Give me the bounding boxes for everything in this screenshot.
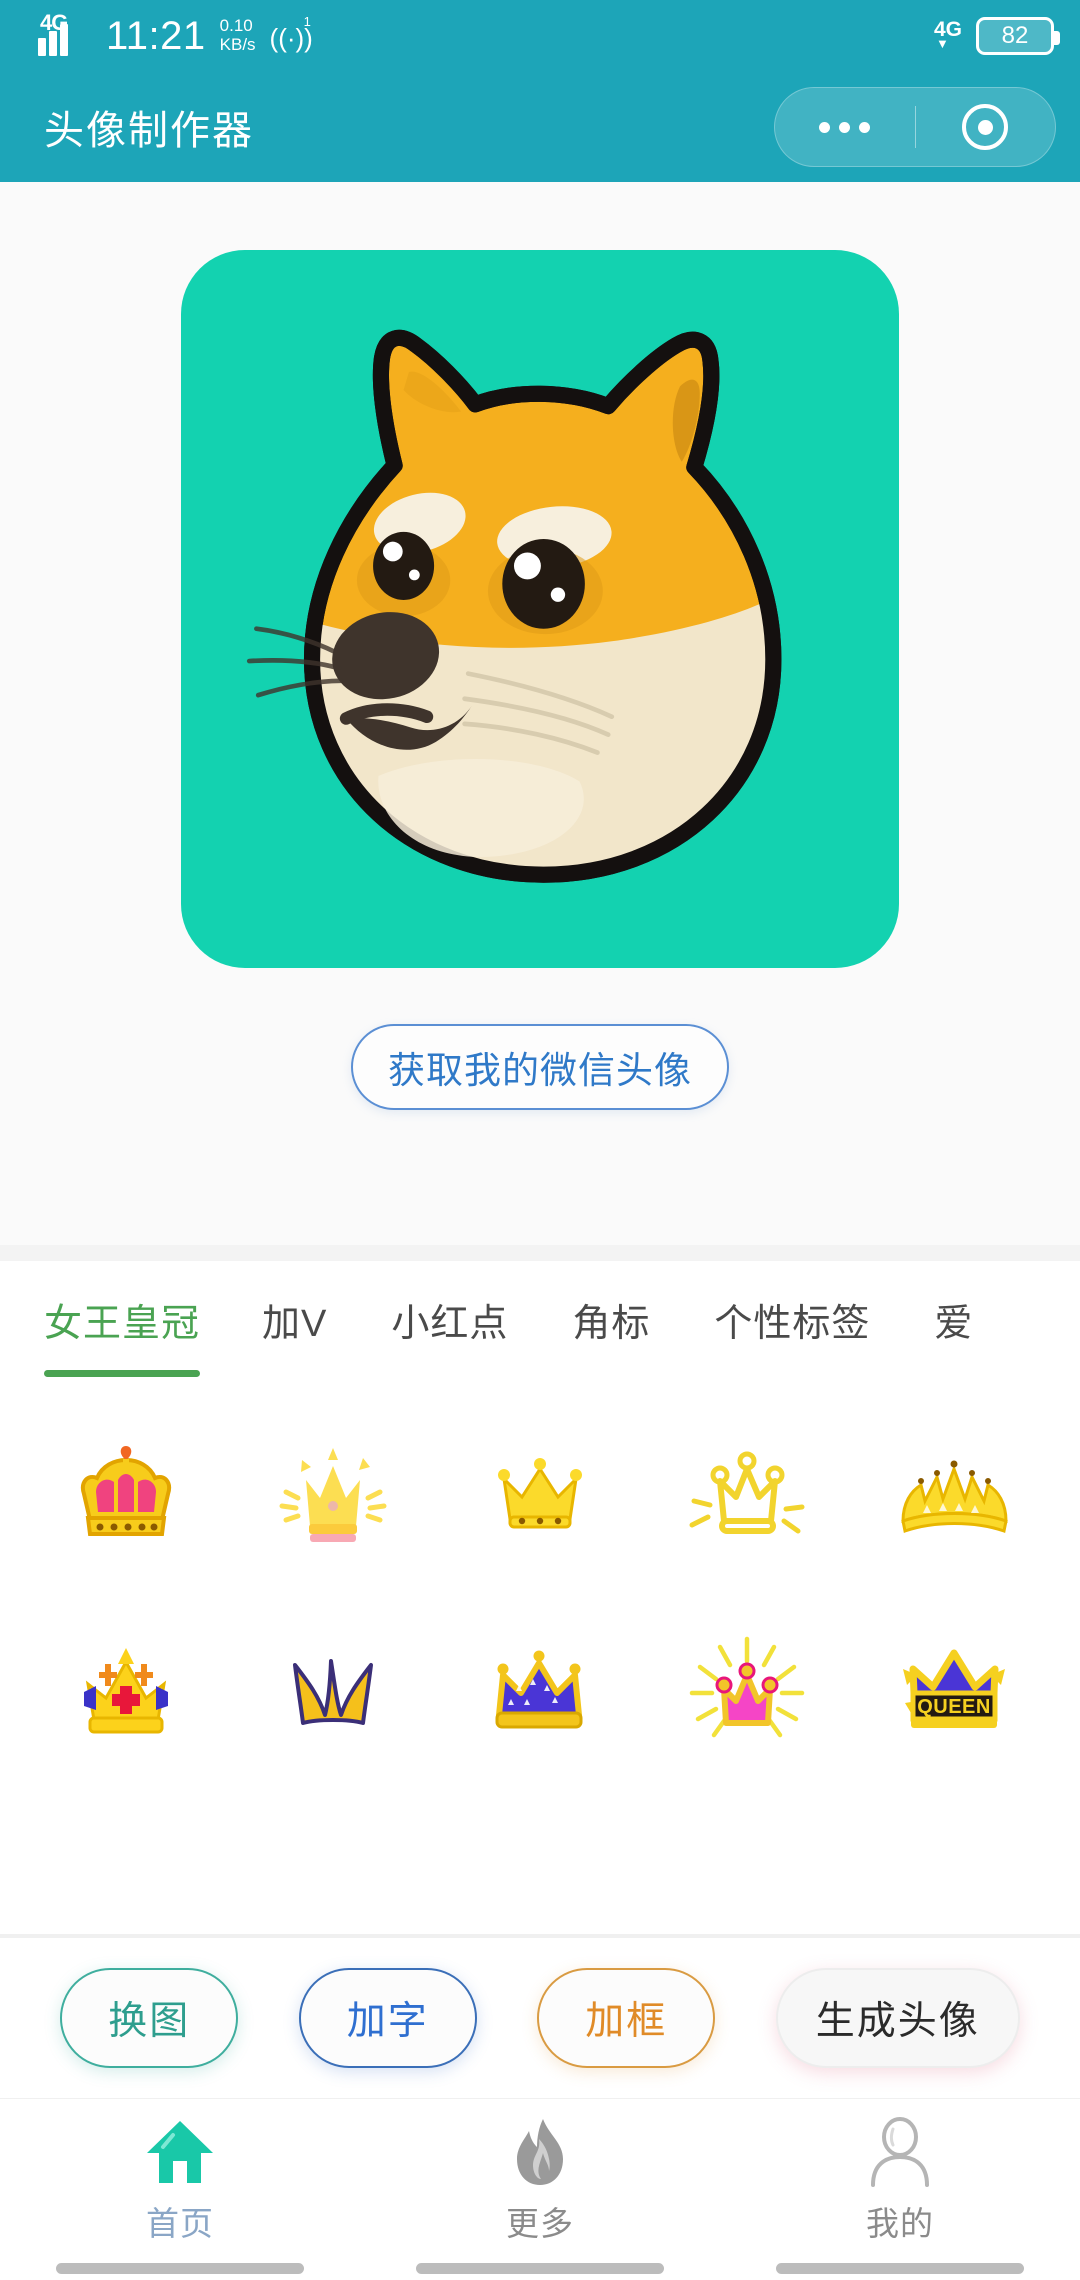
add-frame-button[interactable]: 加框: [537, 1968, 716, 2068]
app-root: 4G 11:21 0.10 KB/s 1 ((·)) 4G ▼ 82 头像制作器…: [0, 0, 1080, 2280]
tab-label: 个性标签: [714, 1302, 871, 1345]
hotspot-badge: 1: [303, 14, 311, 29]
home-icon: [143, 2113, 217, 2191]
tab-gexingbiaoqian[interactable]: 个性标签: [682, 1261, 902, 1377]
navigation-bar: 头像制作器: [0, 72, 1080, 182]
signal-strength-icon: 4G: [38, 12, 92, 56]
sticker-category-tabs[interactable]: 女王皇冠 加V 小红点 角标 个性标签 爱: [0, 1261, 1080, 1377]
sticker-item[interactable]: [436, 1411, 643, 1583]
gesture-bar-segment[interactable]: [416, 2262, 664, 2274]
status-clock: 11:21: [106, 14, 206, 58]
royal-gold-crown-pink-jewels-icon: [80, 1446, 171, 1536]
tab-label: 角标: [572, 1302, 651, 1345]
outline-crown-with-rays-icon: [689, 1451, 805, 1534]
pink-crown-burst-rays-icon: [689, 1636, 804, 1738]
tab-label: 小红点: [391, 1302, 509, 1345]
doge-shiba-avatar: [181, 250, 899, 968]
network-speed-value: 0.10: [219, 16, 253, 36]
sticker-item[interactable]: [229, 1411, 436, 1583]
signal-network-label: 4G: [40, 10, 68, 35]
purple-crown-gold-trim-icon: [495, 1650, 583, 1728]
generate-avatar-button[interactable]: 生成头像: [775, 1968, 1020, 2068]
data-arrows-icon: ▼: [935, 35, 950, 51]
system-gesture-bar[interactable]: [0, 2262, 1080, 2274]
sticker-item[interactable]: [22, 1411, 229, 1583]
tab-jiaobiao[interactable]: 角标: [540, 1261, 682, 1377]
tabbar-item-mine[interactable]: 我的: [720, 2113, 1080, 2245]
svg-text:QUEEN: QUEEN: [917, 1696, 991, 1718]
tab-jiav[interactable]: 加V: [230, 1261, 359, 1377]
gesture-bar-segment[interactable]: [56, 2262, 304, 2274]
mobile-data-icon: 4G ▼: [934, 19, 962, 54]
avatar-preview-section: 获取我的微信头像: [0, 182, 1080, 1245]
status-bar-left: 4G 11:21 0.10 KB/s 1 ((·)): [38, 12, 313, 58]
queen-banner-crown-icon: QUEEN: [902, 1649, 1005, 1728]
simple-three-point-crown-icon: [292, 1659, 373, 1725]
change-image-button[interactable]: 换图: [60, 1968, 239, 2068]
get-wechat-avatar-button[interactable]: 获取我的微信头像: [351, 1024, 729, 1110]
status-bar: 4G 11:21 0.10 KB/s 1 ((·)) 4G ▼ 82: [0, 0, 1080, 72]
tabbar-label: 更多: [506, 2205, 574, 2242]
tab-active-underline: [44, 1370, 201, 1377]
more-dots-icon: [819, 121, 871, 133]
status-bar-right: 4G ▼ 82: [934, 17, 1060, 55]
sticker-panel: QUEEN: [0, 1377, 1080, 1934]
tab-nvwanghuangguan[interactable]: 女王皇冠: [44, 1261, 230, 1377]
target-circle-icon: [962, 104, 1009, 150]
sticker-item[interactable]: [851, 1411, 1058, 1583]
tabbar-label: 我的: [866, 2205, 934, 2242]
avatar-canvas[interactable]: [181, 250, 899, 968]
bottom-tab-bar: 首页 更多 我的: [0, 2098, 1080, 2280]
tab-label: 爱: [934, 1302, 974, 1345]
person-icon: [867, 2113, 933, 2191]
tab-ai[interactable]: 爱: [902, 1261, 1005, 1377]
more-menu-button[interactable]: [775, 121, 915, 133]
tabbar-item-home[interactable]: 首页: [0, 2113, 360, 2245]
action-buttons-bar: 换图 加字 加框 生成头像: [0, 1938, 1080, 2098]
sticker-item[interactable]: [22, 1605, 229, 1777]
page-title: 头像制作器: [44, 109, 254, 153]
tab-xiaohongdian[interactable]: 小红点: [359, 1261, 540, 1377]
tab-label: 女王皇冠: [44, 1302, 201, 1345]
hotspot-icon: 1 ((·)): [269, 14, 313, 53]
add-text-button[interactable]: 加字: [298, 1968, 477, 2068]
sticker-item[interactable]: QUEEN: [851, 1605, 1058, 1777]
sticker-item[interactable]: [644, 1605, 851, 1777]
gesture-bar-segment[interactable]: [776, 2262, 1024, 2274]
network-speed-unit: KB/s: [219, 34, 256, 54]
sticker-item[interactable]: [436, 1605, 643, 1777]
tabbar-label: 首页: [146, 2205, 214, 2242]
close-miniprogram-button[interactable]: [916, 104, 1056, 150]
sticker-item[interactable]: [229, 1605, 436, 1777]
battery-level: 82: [1001, 22, 1029, 49]
sticker-grid: QUEEN: [22, 1411, 1058, 1777]
battery-icon: 82: [976, 17, 1060, 55]
yellow-crown-with-sparkles-icon: [279, 1447, 387, 1542]
gold-crown-red-cross-jewel-icon: [83, 1648, 168, 1734]
fire-icon: [509, 2113, 571, 2191]
wide-tiara-crown-icon: [901, 1460, 1008, 1533]
sticker-item[interactable]: [644, 1411, 851, 1583]
miniprogram-capsule[interactable]: [774, 87, 1056, 167]
tabbar-item-more[interactable]: 更多: [360, 2113, 720, 2245]
small-gold-crown-dots-icon: [497, 1458, 582, 1529]
tab-label: 加V: [262, 1302, 328, 1345]
tabs-top-divider: [0, 1245, 1080, 1261]
network-speed: 0.10 KB/s: [219, 16, 256, 56]
